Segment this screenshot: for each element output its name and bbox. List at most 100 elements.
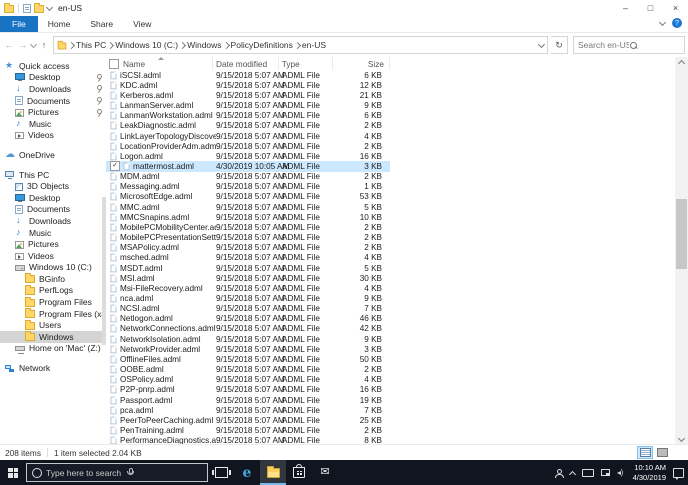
sidebar-item[interactable]: Windows 10 (C:) — [0, 262, 106, 274]
sidebar-item[interactable]: Pictures — [0, 106, 106, 118]
volume-icon[interactable] — [616, 468, 626, 477]
table-row[interactable]: MobilePCPresentationSettings.adml 9/15/2… — [106, 233, 390, 243]
taskbar-search-box[interactable]: Type here to search — [26, 463, 208, 482]
list-scrollbar[interactable] — [675, 57, 688, 444]
table-row[interactable]: Messaging.adml 9/15/2018 5:07 AM ADML Fi… — [106, 182, 390, 192]
search-box[interactable]: Search en-US — [573, 36, 685, 54]
table-row[interactable]: MDM.adml 9/15/2018 5:07 AM ADML File 2 K… — [106, 172, 390, 182]
sidebar-item[interactable]: Program Files (x86) — [0, 308, 106, 320]
ribbon-tab[interactable]: File — [0, 16, 38, 32]
address-dropdown-chevron-icon[interactable] — [537, 40, 546, 48]
sidebar-item[interactable]: Pictures — [0, 238, 106, 250]
action-center-icon[interactable] — [673, 467, 684, 480]
scrollbar-thumb[interactable] — [676, 199, 687, 269]
scroll-up-arrow-icon[interactable] — [675, 57, 688, 68]
sidebar-item[interactable]: Music — [0, 227, 106, 239]
column-header-type[interactable]: Type — [279, 57, 334, 70]
sidebar-item[interactable]: Documents — [0, 204, 106, 216]
table-row[interactable]: LinkLayerTopologyDiscovery.adml 9/15/201… — [106, 131, 390, 141]
table-row[interactable]: MMC.adml 9/15/2018 5:07 AM ADML File 5 K… — [106, 202, 390, 212]
mail-button[interactable]: ✉ — [312, 460, 338, 485]
taskbar-clock[interactable]: 10:10 AM 4/30/2019 — [633, 463, 666, 482]
table-row[interactable]: PeerToPeerCaching.adml 9/15/2018 5:07 AM… — [106, 415, 390, 425]
table-row[interactable]: PenTraining.adml 9/15/2018 5:07 AM ADML … — [106, 425, 390, 435]
store-button[interactable] — [286, 460, 312, 485]
details-view-toggle[interactable] — [637, 446, 653, 459]
sidebar-item[interactable]: Quick access — [0, 60, 106, 72]
table-row[interactable]: PerformanceDiagnostics.adml 9/15/2018 5:… — [106, 436, 390, 444]
new-folder-icon[interactable] — [34, 2, 44, 13]
ribbon-tab[interactable]: Home — [38, 16, 81, 32]
table-row[interactable]: Logon.adml 9/15/2018 5:07 AM ADML File 1… — [106, 151, 390, 161]
customize-qat-chevron-icon[interactable] — [45, 3, 54, 11]
table-row[interactable]: OOBE.adml 9/15/2018 5:07 AM ADML File 2 … — [106, 365, 390, 375]
sidebar-item[interactable]: OneDrive — [0, 149, 106, 161]
table-row[interactable]: MSI.adml 9/15/2018 5:07 AM ADML File 30 … — [106, 273, 390, 283]
sidebar-item[interactable]: Downloads — [0, 215, 106, 227]
refresh-button[interactable]: ↻ — [551, 36, 568, 54]
table-row[interactable]: Kerberos.adml 9/15/2018 5:07 AM ADML Fil… — [106, 90, 390, 100]
sidebar-item[interactable]: 3D Objects — [0, 180, 106, 192]
table-row[interactable]: KDC.adml 9/15/2018 5:07 AM ADML File 12 … — [106, 80, 390, 90]
sidebar-item[interactable]: BGinfo — [0, 273, 106, 285]
scroll-down-arrow-icon[interactable] — [675, 434, 688, 444]
help-icon[interactable]: ? — [672, 18, 682, 28]
scrollbar-track[interactable] — [675, 67, 688, 434]
column-header-date[interactable]: Date modified — [213, 57, 279, 70]
table-row[interactable]: MicrosoftEdge.adml 9/15/2018 5:07 AM ADM… — [106, 192, 390, 202]
recent-locations-chevron-icon[interactable] — [29, 40, 38, 48]
table-row[interactable]: MSAPolicy.adml 9/15/2018 5:07 AM ADML Fi… — [106, 243, 390, 253]
ribbon-tab[interactable]: Share — [80, 16, 123, 32]
table-row[interactable]: LanmanServer.adml 9/15/2018 5:07 AM ADML… — [106, 100, 390, 110]
table-row[interactable]: Passport.adml 9/15/2018 5:07 AM ADML Fil… — [106, 395, 390, 405]
table-row[interactable]: ✓ mattermost.adml 4/30/2019 10:05 AM ADM… — [106, 161, 390, 172]
close-button[interactable]: × — [663, 0, 688, 16]
up-button[interactable]: ↑ — [38, 40, 50, 50]
network-tray-icon[interactable] — [600, 469, 610, 476]
maximize-button[interactable]: □ — [638, 0, 663, 16]
sidebar-item[interactable]: Videos — [0, 250, 106, 262]
sidebar-item[interactable]: Desktop — [0, 72, 106, 84]
file-explorer-button[interactable] — [260, 460, 286, 485]
table-row[interactable]: MMCSnapins.adml 9/15/2018 5:07 AM ADML F… — [106, 212, 390, 222]
sidebar-item[interactable]: Videos — [0, 130, 106, 142]
item-checkbox[interactable]: ✓ — [110, 161, 120, 172]
table-row[interactable]: iSCSI.adml 9/15/2018 5:07 AM ADML File 6… — [106, 70, 390, 80]
show-hidden-icons-chevron[interactable] — [568, 470, 576, 478]
sidebar-item[interactable]: Windows — [0, 331, 106, 343]
table-row[interactable]: P2P-pnrp.adml 9/15/2018 5:07 AM ADML Fil… — [106, 385, 390, 395]
column-header-name[interactable]: Name — [106, 57, 213, 70]
sidebar-item[interactable]: Documents — [0, 95, 106, 107]
table-row[interactable]: MobilePCMobilityCenter.adml 9/15/2018 5:… — [106, 222, 390, 232]
breadcrumb-item[interactable]: en-US — [293, 40, 326, 50]
table-row[interactable]: NetworkProvider.adml 9/15/2018 5:07 AM A… — [106, 344, 390, 354]
table-row[interactable]: NetworkIsolation.adml 9/15/2018 5:07 AM … — [106, 334, 390, 344]
sidebar-item[interactable]: Desktop — [0, 192, 106, 204]
table-row[interactable]: LocationProviderAdm.adml 9/15/2018 5:07 … — [106, 141, 390, 151]
microphone-icon[interactable] — [126, 468, 202, 477]
table-row[interactable]: pca.adml 9/15/2018 5:07 AM ADML File 7 K… — [106, 405, 390, 415]
back-button[interactable]: ← — [3, 40, 15, 50]
select-all-checkbox[interactable] — [109, 58, 119, 69]
minimize-button[interactable]: – — [613, 0, 638, 16]
table-row[interactable]: OfflineFiles.adml 9/15/2018 5:07 AM ADML… — [106, 354, 390, 364]
start-button[interactable] — [0, 460, 26, 485]
sidebar-item[interactable]: Network — [0, 362, 106, 374]
table-row[interactable]: NetworkConnections.adml 9/15/2018 5:07 A… — [106, 324, 390, 334]
address-bar[interactable]: This PC Windows 10 (C:) Windows PolicyDe… — [53, 36, 548, 54]
breadcrumb-item[interactable]: Windows — [179, 40, 222, 50]
sidebar-item[interactable]: PerfLogs — [0, 284, 106, 297]
sidebar-item[interactable]: Home on 'Mac' (Z:) — [0, 343, 106, 355]
sidebar-item[interactable]: Downloads — [0, 83, 106, 95]
table-row[interactable]: LeakDiagnostic.adml 9/15/2018 5:07 AM AD… — [106, 121, 390, 131]
sidebar-item[interactable]: Music — [0, 118, 106, 130]
table-row[interactable]: msched.adml 9/15/2018 5:07 AM ADML File … — [106, 253, 390, 263]
sidebar-item[interactable]: This PC — [0, 169, 106, 181]
ribbon-tab[interactable]: View — [123, 16, 161, 32]
table-row[interactable]: nca.adml 9/15/2018 5:07 AM ADML File 9 K… — [106, 293, 390, 303]
table-row[interactable]: MSDT.adml 9/15/2018 5:07 AM ADML File 5 … — [106, 263, 390, 273]
task-view-button[interactable] — [208, 460, 234, 485]
properties-icon[interactable] — [23, 3, 31, 13]
column-header-size[interactable]: Size — [333, 57, 390, 70]
sidebar-item[interactable]: Users — [0, 319, 106, 331]
